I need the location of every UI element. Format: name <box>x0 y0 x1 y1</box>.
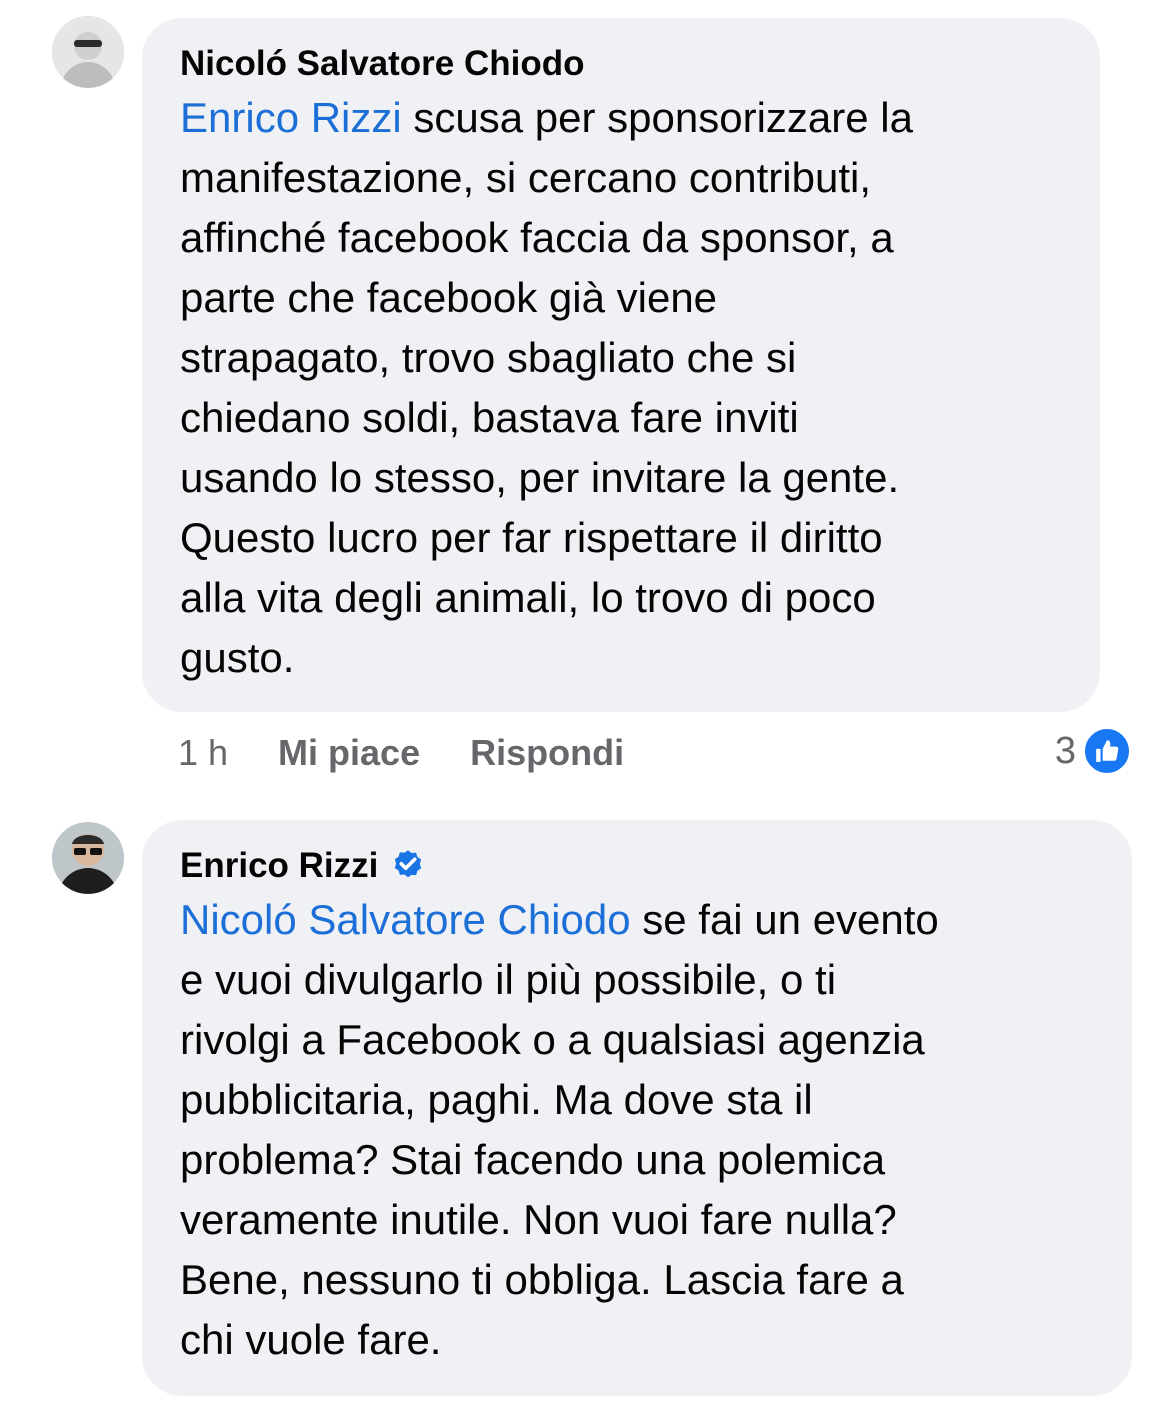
avatar-photo-icon <box>52 822 124 894</box>
comment-body: scusa per sponsorizzare la manifestazion… <box>180 94 913 681</box>
mention-link[interactable]: Nicoló Salvatore Chiodo <box>180 896 631 943</box>
comment-author[interactable]: Nicoló Salvatore Chiodo <box>180 40 1064 88</box>
mention-link[interactable]: Enrico Rizzi <box>180 94 402 141</box>
comment-text: Nicoló Salvatore Chiodo se fai un evento… <box>180 890 1096 1370</box>
comment-author[interactable]: Enrico Rizzi <box>180 842 1096 890</box>
avatar-nicolo[interactable] <box>52 16 124 88</box>
comment-actions: 1 h Mi piace Rispondi <box>178 728 674 778</box>
avatar-enrico[interactable] <box>52 822 124 894</box>
verified-badge-icon <box>395 850 422 878</box>
comment-text: Enrico Rizzi scusa per sponsorizzare la … <box>180 88 1064 688</box>
reaction-summary[interactable]: 3 <box>1055 726 1132 776</box>
avatar-photo-icon <box>52 16 124 88</box>
thumbs-up-icon <box>1082 726 1132 776</box>
reply-button[interactable]: Rispondi <box>470 732 624 774</box>
author-name[interactable]: Nicoló Salvatore Chiodo <box>180 42 585 86</box>
comment-time[interactable]: 1 h <box>178 732 228 774</box>
comment-bubble: Nicoló Salvatore Chiodo Enrico Rizzi scu… <box>142 18 1100 712</box>
reaction-count: 3 <box>1054 729 1076 772</box>
comment-body: se fai un evento e vuoi divulgarlo il pi… <box>180 896 939 1363</box>
comment-bubble: Enrico Rizzi Nicoló Salvatore Chiodo se … <box>142 820 1132 1396</box>
author-name[interactable]: Enrico Rizzi <box>180 844 378 888</box>
like-button[interactable]: Mi piace <box>278 732 420 774</box>
